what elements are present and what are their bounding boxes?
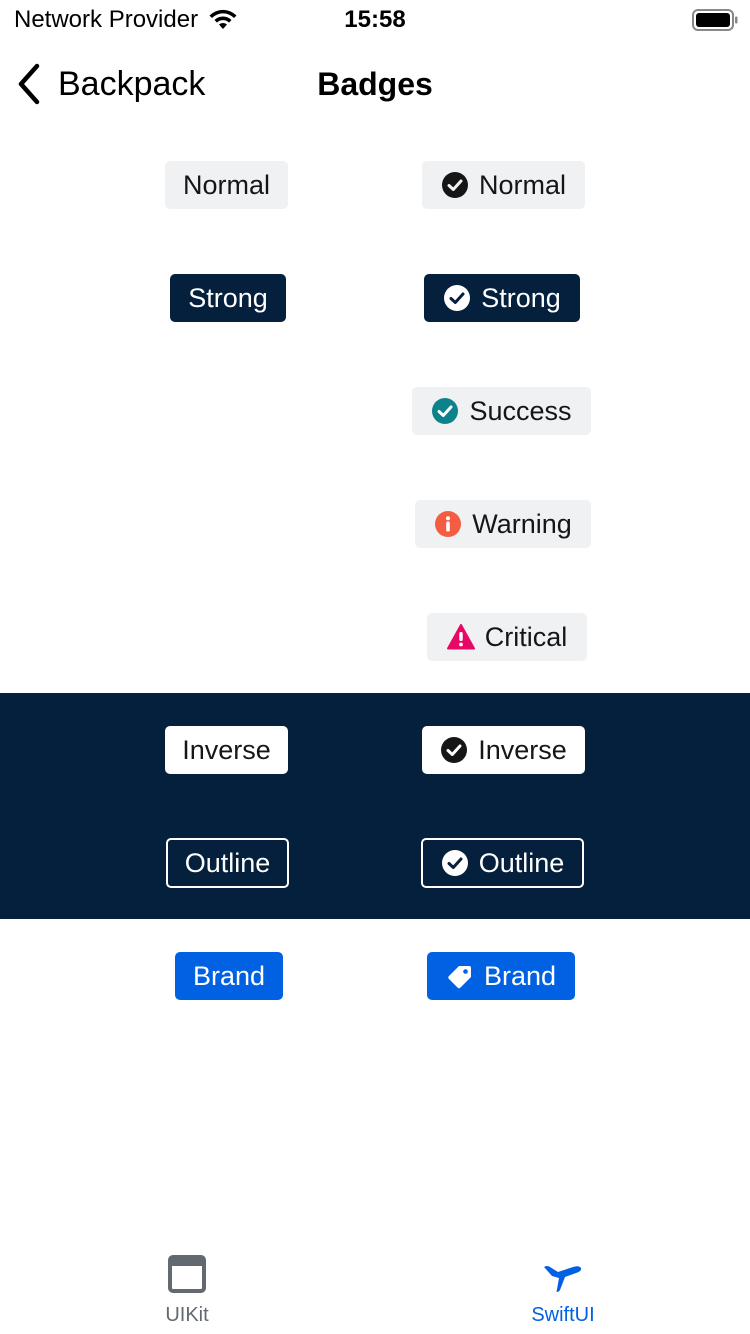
badge-strong: Strong [170,274,286,322]
badge-label: Outline [184,847,271,878]
badge-label: Normal [182,169,270,200]
badge-brand-with-icon: Brand [427,952,575,1000]
status-time: 15:58 [344,6,406,33]
page-title: Badges [317,66,433,102]
badge-label: Strong [481,282,561,313]
badge-label: Strong [188,282,268,313]
badge-label: Brand [483,960,557,991]
info-circle-icon [435,511,462,537]
check-circle-icon [441,172,468,198]
battery-icon [692,9,738,31]
window-icon [168,1255,206,1293]
badge-success-with-icon: Success [412,387,591,435]
badge-normal-with-icon: Normal [422,161,585,209]
badge-brand: Brand [175,952,283,1000]
tab-label: UIKit [165,1304,209,1326]
plane-icon [544,1266,582,1292]
badge-label: Success [469,395,572,426]
badge-inverse-with-icon: Inverse [422,726,585,774]
badge-outline: Outline [166,838,289,888]
check-circle-icon [441,850,468,876]
tab-label: SwiftUI [531,1304,595,1326]
badge-label: Brand [192,960,266,991]
badge-label: Inverse [478,734,567,765]
navigation-bar: Backpack Badges [0,44,750,124]
tab-swiftui[interactable]: SwiftUI [463,1254,663,1327]
tag-icon [448,966,471,989]
badge-inverse: Inverse [165,726,288,774]
badge-label: Inverse [182,734,271,765]
badge-label: Outline [478,847,565,878]
badge-warning-with-icon: Warning [415,500,591,548]
badge-label: Normal [478,169,566,200]
tab-bar: UIKit SwiftUI [0,1240,750,1334]
badge-strong-with-icon: Strong [424,274,580,322]
badge-critical-with-icon: Critical [427,613,587,661]
badge-outline-with-icon: Outline [421,838,584,888]
check-circle-icon [444,285,471,311]
badge-normal: Normal [165,161,288,209]
badge-label: Critical [484,621,568,652]
warning-triangle-icon [446,624,475,650]
check-circle-icon [441,737,468,763]
dark-section-background [0,693,750,919]
tab-uikit[interactable]: UIKit [87,1254,287,1327]
status-bar: Network Provider 15:58 [0,0,750,40]
badge-label: Warning [472,508,572,539]
check-circle-icon [432,398,459,424]
